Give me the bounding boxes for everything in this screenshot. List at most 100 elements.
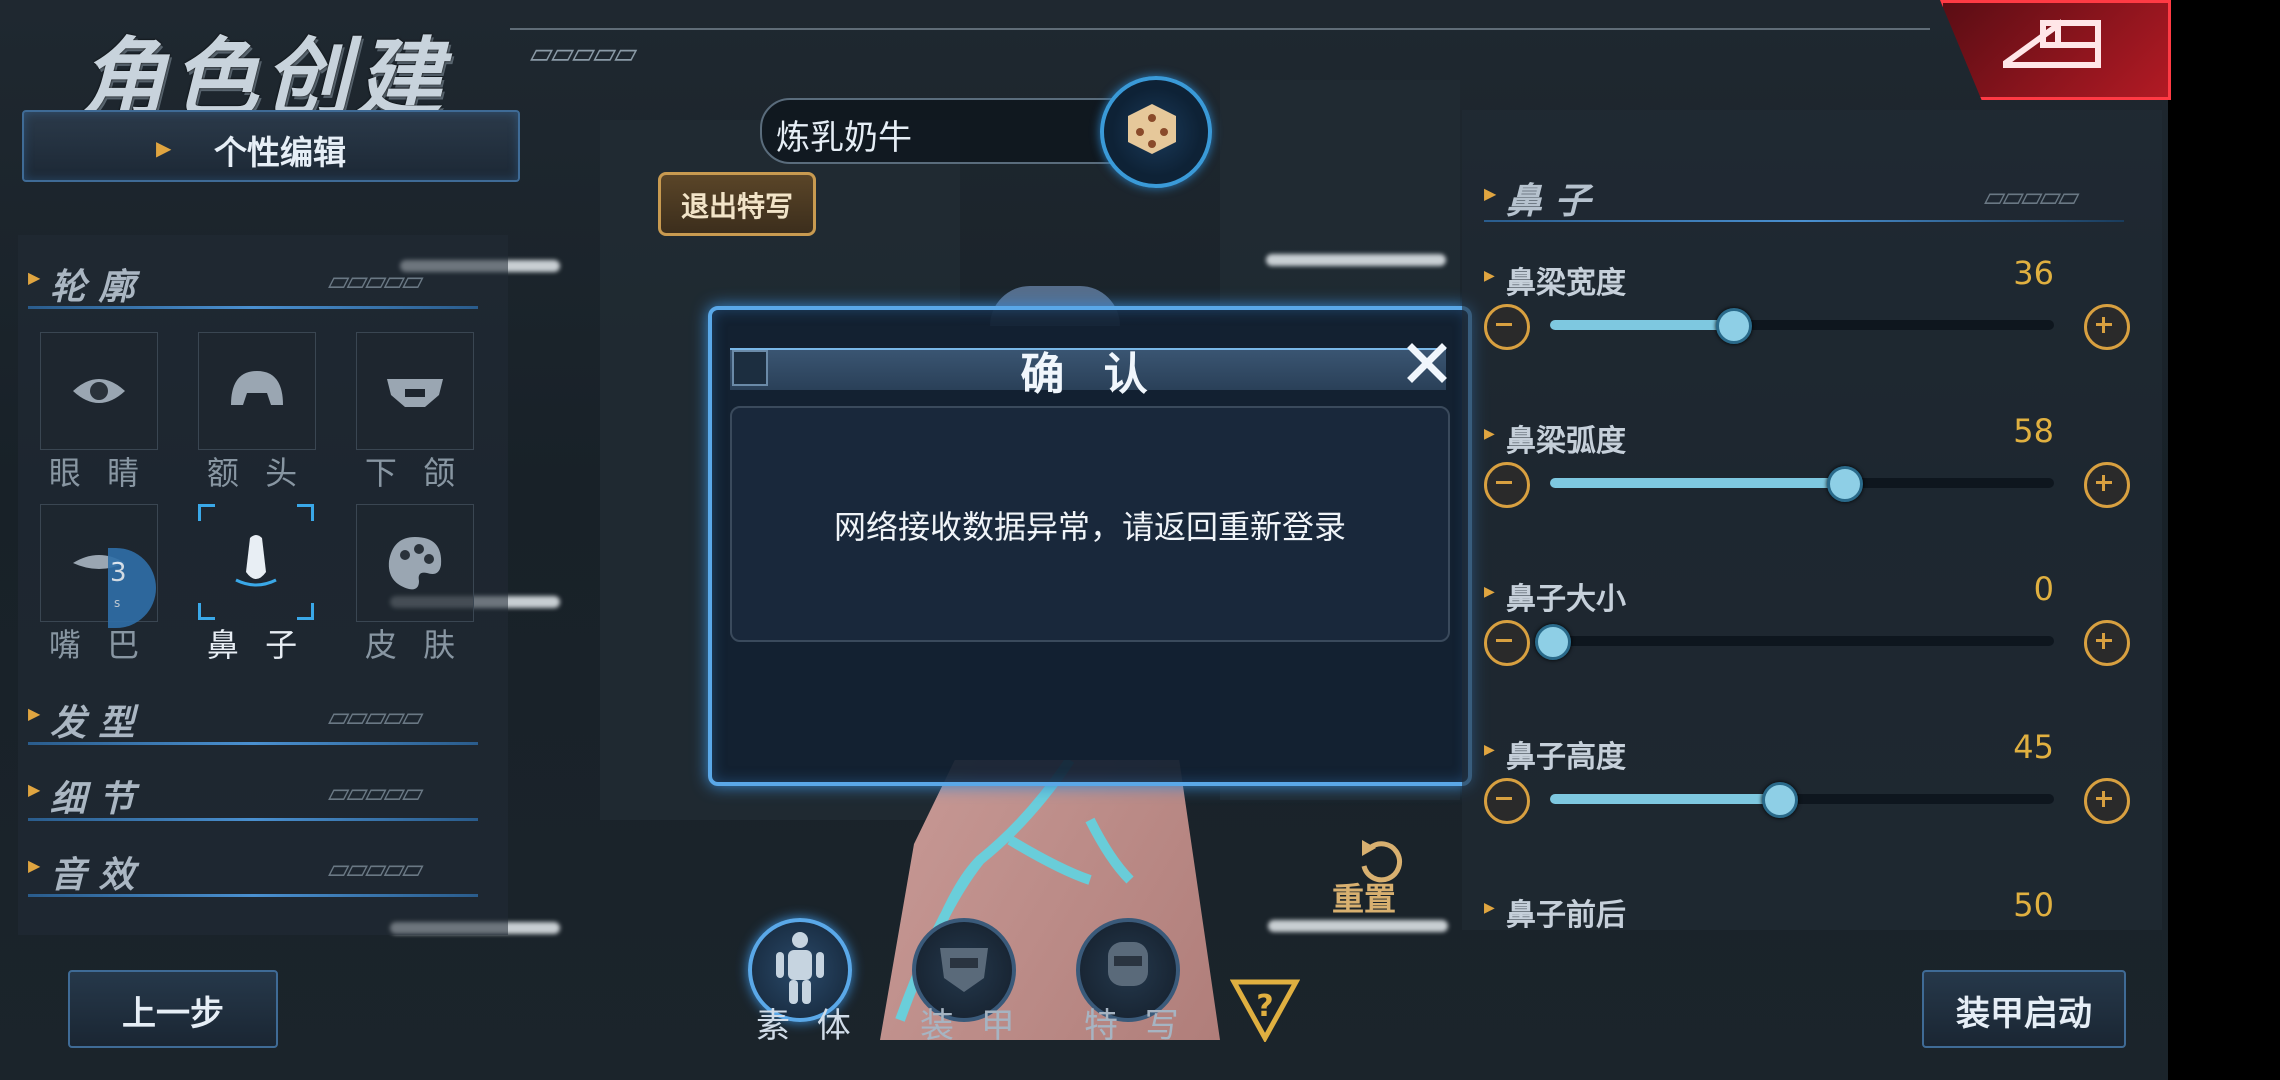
- closeup-icon: [1108, 942, 1148, 986]
- slider-nose-height: ▶ 鼻子高度 45: [1484, 728, 2130, 872]
- arrow-right-icon: ▶: [1484, 426, 1495, 442]
- section-label: 细 节: [50, 779, 135, 820]
- character-name-input[interactable]: 炼乳奶牛: [760, 98, 1124, 164]
- section-label: 鼻 子: [1506, 181, 1591, 222]
- slider-fill: [1550, 794, 1777, 804]
- slider-bridge-curve: ▶ 鼻梁弧度 58: [1484, 412, 2130, 556]
- slider-track[interactable]: [1535, 624, 2054, 660]
- increase-button[interactable]: [2084, 304, 2130, 350]
- slash-decoration: ▱▱▱▱▱: [328, 776, 424, 809]
- tile-eyes[interactable]: [40, 332, 158, 450]
- character-name-value: 炼乳奶牛: [776, 118, 912, 158]
- slider-knob[interactable]: [1535, 624, 1571, 660]
- slash-decoration: ▱▱▱▱▱: [1984, 180, 2080, 213]
- tile-nose[interactable]: [198, 504, 314, 620]
- timer-value: 3: [110, 558, 127, 588]
- decrease-button[interactable]: [1484, 778, 1530, 824]
- dialog-title: 确 认: [1020, 349, 1160, 400]
- tile-label: 下 颌: [364, 454, 464, 492]
- slider-nose-size: ▶ 鼻子大小 0: [1484, 570, 2130, 714]
- slider-label: 鼻子高度: [1506, 740, 1626, 775]
- slider-knob[interactable]: [1716, 308, 1753, 344]
- increase-button[interactable]: [2084, 778, 2130, 824]
- section-sound[interactable]: ▶ 音 效 ▱▱▱▱▱: [28, 846, 478, 897]
- tile-label: 鼻 子: [206, 626, 306, 664]
- slider-fill: [1550, 478, 1843, 488]
- arrow-right-icon: ▶: [1484, 742, 1495, 758]
- svg-text:?: ?: [1256, 989, 1273, 1024]
- increase-button[interactable]: [2084, 620, 2130, 666]
- slider-knob[interactable]: [1761, 782, 1798, 818]
- decrease-button[interactable]: [1484, 462, 1530, 508]
- arrow-right-icon: ▶: [1484, 900, 1495, 916]
- slider-knob[interactable]: [1827, 466, 1864, 502]
- decrease-button[interactable]: [1484, 304, 1530, 350]
- exit-closeup-button[interactable]: 退出特写: [658, 172, 816, 236]
- slash-decoration: ▱▱▱▱▱: [328, 264, 424, 297]
- section-details[interactable]: ▶ 细 节 ▱▱▱▱▱: [28, 770, 478, 821]
- confirm-dialog: 确 认 网络接收数据异常，请返回重新登录: [708, 306, 1472, 786]
- previous-step-button[interactable]: 上一步: [68, 970, 278, 1048]
- tile-forehead[interactable]: [198, 332, 316, 450]
- selection-corner: [198, 504, 215, 521]
- arrow-right-icon: ▶: [156, 136, 172, 160]
- letterbox: [2168, 0, 2280, 1080]
- slider-value: 36: [2013, 254, 2054, 292]
- personal-edit-button[interactable]: ▶ 个性编辑: [22, 110, 520, 182]
- increase-button[interactable]: [2084, 462, 2130, 508]
- slider-track[interactable]: [1550, 308, 2054, 344]
- back-arrow-icon: [2003, 19, 2101, 68]
- section-label: 音 效: [50, 855, 135, 896]
- help-button[interactable]: ?: [1229, 978, 1301, 1046]
- close-icon: [1407, 343, 1447, 383]
- arrow-right-icon: ▶: [28, 780, 41, 799]
- forehead-icon: [231, 371, 283, 405]
- section-hairstyle[interactable]: ▶ 发 型 ▱▱▱▱▱: [28, 694, 478, 745]
- slider-label: 鼻子前后: [1506, 898, 1626, 930]
- section-outline[interactable]: ▶ 轮 廓 ▱▱▱▱▱: [28, 258, 478, 309]
- dialog-body: 网络接收数据异常，请返回重新登录: [730, 406, 1450, 642]
- nav-closeup-label: 特 写: [1084, 1006, 1187, 1046]
- previous-step-label: 上一步: [122, 994, 224, 1034]
- tile-skin[interactable]: [356, 504, 474, 622]
- eye-icon: [73, 379, 125, 403]
- reset-button[interactable]: 重置: [1328, 836, 1448, 926]
- arrow-right-icon: ▶: [1484, 268, 1495, 284]
- arrow-right-icon: ▶: [1484, 184, 1497, 203]
- section-label: 轮 廓: [50, 267, 135, 308]
- header-decoration: ▱▱▱▱▱: [530, 36, 637, 71]
- section-divider: [28, 894, 478, 897]
- section-label: 发 型: [50, 703, 135, 744]
- tile-label: 皮 肤: [364, 626, 464, 664]
- armor-icon: [940, 948, 988, 992]
- palette-icon: [388, 537, 442, 590]
- slider-value: 50: [2013, 890, 2054, 924]
- slider-track[interactable]: [1550, 466, 2054, 502]
- jaw-icon: [387, 379, 443, 407]
- tile-jaw[interactable]: [356, 332, 474, 450]
- slider-value: 45: [2013, 728, 2054, 766]
- section-divider: [28, 742, 478, 745]
- nose-icon: [235, 535, 277, 587]
- slider-value: 0: [2033, 570, 2054, 608]
- arrow-right-icon: ▶: [28, 268, 41, 287]
- timer-unit: s: [114, 596, 121, 610]
- random-name-button[interactable]: [1100, 76, 1212, 188]
- selection-corner: [297, 504, 314, 521]
- header-divider: [510, 28, 1930, 30]
- slider-fill: [1550, 320, 1732, 330]
- armor-launch-button[interactable]: 装甲启动: [1922, 970, 2126, 1048]
- nav-armor-label: 装 甲: [920, 1006, 1023, 1046]
- dice-icon: [1128, 104, 1176, 154]
- slider-track[interactable]: [1550, 782, 2054, 818]
- light-strip: [1266, 254, 1446, 266]
- tile-label: 眼 睛: [48, 454, 148, 492]
- slider-label: 鼻子大小: [1506, 582, 1626, 617]
- dialog-close-button[interactable]: [1404, 340, 1450, 386]
- arrow-right-icon: ▶: [28, 704, 41, 723]
- decrease-button[interactable]: [1484, 620, 1530, 666]
- section-divider: [28, 306, 478, 309]
- section-divider: [1484, 220, 2124, 222]
- personal-edit-label: 个性编辑: [214, 133, 346, 172]
- slash-decoration: ▱▱▱▱▱: [328, 852, 424, 885]
